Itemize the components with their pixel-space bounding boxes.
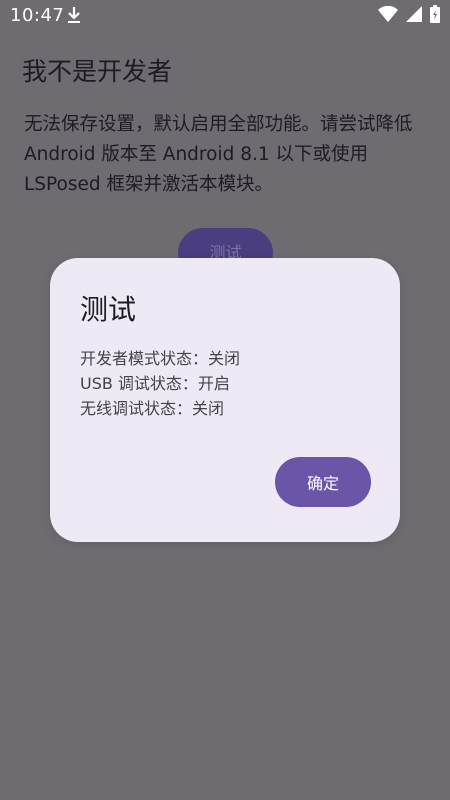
dialog-title: 测试	[80, 293, 137, 326]
status-bar: 10:47	[0, 0, 450, 32]
page-title: 我不是开发者	[22, 57, 173, 86]
wifi-icon	[378, 5, 398, 26]
battery-icon	[430, 5, 440, 27]
description-text: 无法保存设置，默认启用全部功能。请尝试降低 Android 版本至 Androi…	[24, 114, 413, 195]
confirm-button[interactable]: 确定	[275, 457, 371, 507]
status-time: 10:47	[10, 5, 65, 26]
developer-mode-status: 开发者模式状态：关闭	[80, 349, 241, 368]
test-dialog: 测试 开发者模式状态：关闭 USB 调试状态：开启 无线调试状态：关闭 确定	[50, 258, 400, 542]
download-icon	[66, 6, 82, 24]
dialog-body: 开发者模式状态：关闭 USB 调试状态：开启 无线调试状态：关闭	[80, 346, 240, 421]
wireless-debugging-status: 无线调试状态：关闭	[80, 399, 225, 418]
status-icons	[378, 5, 440, 27]
signal-icon	[406, 6, 422, 26]
usb-debugging-status: USB 调试状态：开启	[80, 374, 230, 393]
